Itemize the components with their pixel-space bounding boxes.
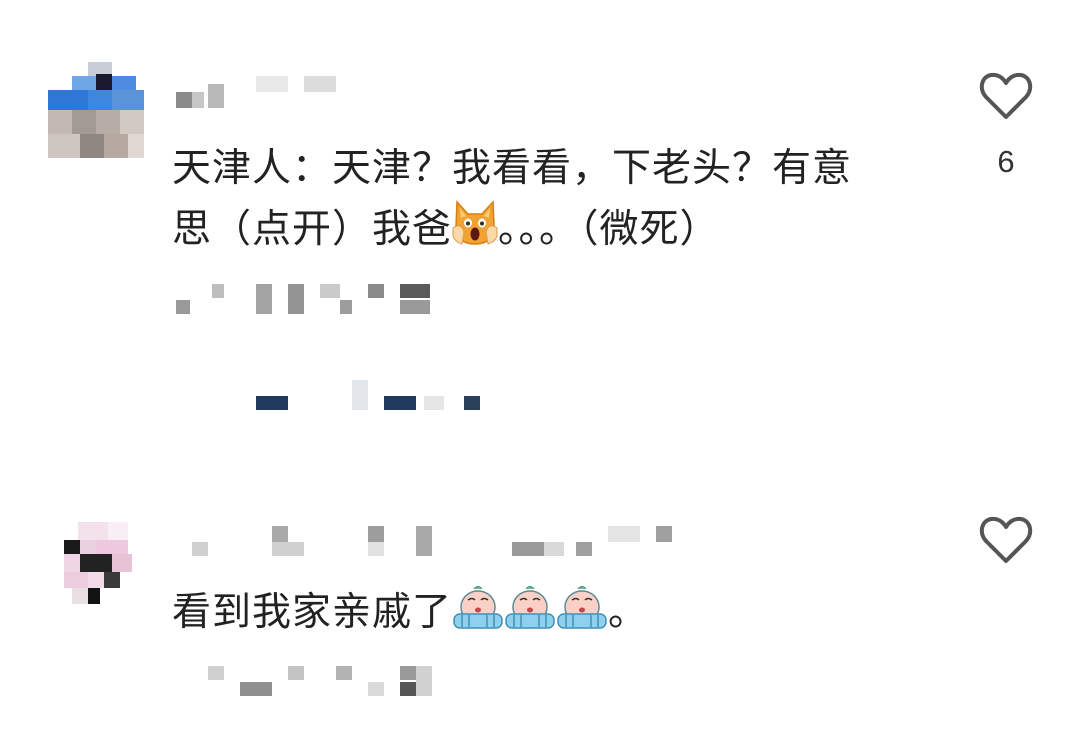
comment-text-end: 。 (608, 590, 649, 635)
comment-text-line-2: 思（点开）我爸 。。。（微死） (172, 198, 852, 265)
comment-2: 看到我家亲戚了 。 (0, 470, 1080, 736)
like-count: 6 (997, 144, 1015, 179)
comment-text: 天津人：天津？我看看，下老头？有意 思（点开）我爸 。。。（微死） (172, 140, 852, 265)
comment-text-line-1: 天津人：天津？我看看，下老头？有意 (172, 146, 853, 191)
comment-text-line-2-start: 思（点开）我爸 (172, 207, 453, 252)
crying-face-emoji-icon (452, 582, 504, 647)
screaming-cat-emoji-icon (452, 198, 498, 265)
crying-face-emoji-icon (556, 582, 608, 647)
avatar[interactable] (48, 62, 144, 158)
heart-outline-icon (979, 516, 1033, 563)
avatar[interactable] (48, 516, 144, 612)
comment-meta-redacted (172, 662, 442, 702)
comment-text-line-2-end: 。。。（微死） (498, 207, 720, 252)
reply-link-redacted[interactable] (172, 376, 492, 416)
heart-outline-icon (979, 72, 1033, 119)
comment-text: 看到我家亲戚了 。 (172, 582, 648, 647)
like-button[interactable] (978, 514, 1034, 570)
username-redacted[interactable] (172, 72, 352, 112)
username-redacted[interactable] (172, 522, 692, 562)
crying-face-emoji-icon (504, 582, 556, 647)
comment-text-start: 看到我家亲戚了 (172, 590, 453, 635)
comment-meta-redacted (172, 280, 442, 320)
comment-1: 天津人：天津？我看看，下老头？有意 思（点开）我爸 。。。（微死） 6 (0, 0, 1080, 470)
like-button[interactable] (978, 70, 1034, 126)
